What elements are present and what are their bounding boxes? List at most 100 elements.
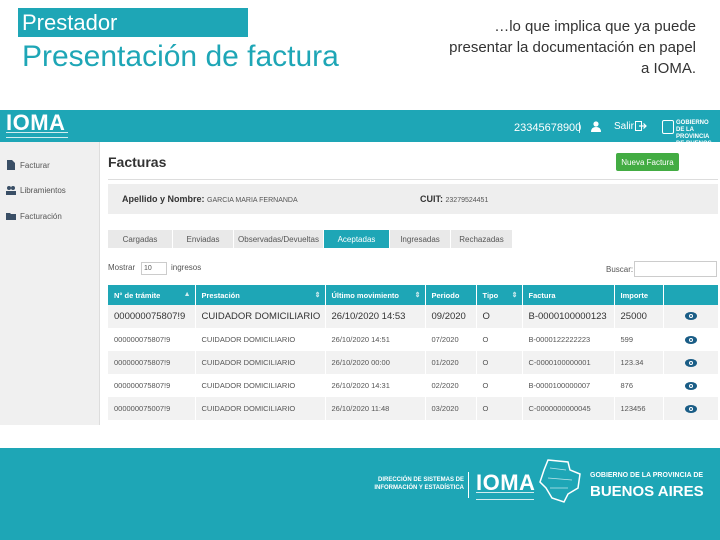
footer-buenos-aires-text: BUENOS AIRES bbox=[590, 483, 704, 500]
province-map-icon bbox=[539, 459, 581, 503]
table-cell: 26/10/2020 14:53 bbox=[325, 305, 426, 328]
eye-icon[interactable] bbox=[684, 382, 697, 390]
logo-underline bbox=[476, 492, 534, 500]
table-cell: 03/2020 bbox=[425, 397, 477, 420]
logout-button[interactable]: Salir bbox=[614, 121, 634, 132]
table-row: 000000075807!9 CUIDADOR DOMICILIARIO 26/… bbox=[108, 374, 719, 397]
sort-icon: ▲ bbox=[183, 291, 191, 298]
table-cell: CUIDADOR DOMICILIARIO bbox=[195, 374, 326, 397]
status-tabs: Cargadas Enviadas Observadas/Devueltas A… bbox=[108, 230, 513, 248]
sort-icon: ⇕ bbox=[511, 292, 518, 299]
view-action[interactable] bbox=[663, 351, 719, 374]
eye-icon[interactable] bbox=[684, 312, 697, 321]
document-icon bbox=[7, 160, 15, 170]
column-header[interactable]: Último movimiento ⇕ bbox=[325, 285, 426, 305]
table-cell: 000000075807!9 bbox=[108, 305, 196, 328]
table-cell: CUIDADOR DOMICILIARIO bbox=[195, 328, 326, 351]
column-header[interactable]: Prestación ⇕ bbox=[195, 285, 326, 305]
table-cell: 02/2020 bbox=[425, 374, 477, 397]
table-row: 000000075007!9 CUIDADOR DOMICILIARIO 26/… bbox=[108, 397, 719, 420]
table-cell: 876 bbox=[614, 374, 664, 397]
table-header-row: N° de trámite ▲ Prestación ⇕ Último movimi… bbox=[108, 285, 719, 305]
sidebar-item-label: Facturación bbox=[20, 211, 62, 221]
view-action[interactable] bbox=[663, 374, 719, 397]
province-map-icon bbox=[662, 120, 674, 134]
name-value: GARCIA MARIA FERNANDA bbox=[207, 197, 298, 204]
column-header-label: Último movimiento bbox=[331, 290, 400, 300]
page-length-select[interactable]: 10 bbox=[141, 262, 167, 275]
table-cell: 000000075807!9 bbox=[108, 328, 196, 351]
province-brand: GOBIERNO DE LA PROVINCIA DE BUENOS AIRES bbox=[662, 117, 718, 154]
tab-enviadas[interactable]: Enviadas bbox=[173, 230, 234, 248]
eye-icon[interactable] bbox=[684, 336, 697, 344]
table-cell: CUIDADOR DOMICILIARIO bbox=[195, 305, 326, 328]
tab-observadas-devueltas[interactable]: Observadas/Devueltas bbox=[234, 230, 324, 248]
view-action[interactable] bbox=[663, 305, 719, 328]
table-cell: C-0000100000001 bbox=[522, 351, 615, 374]
column-header-actions bbox=[663, 285, 719, 305]
footer-gobierno-text: GOBIERNO DE LA PROVINCIA DE bbox=[590, 472, 704, 479]
people-icon bbox=[6, 186, 16, 195]
footer-direction-text: DIRECCIÓN DE SISTEMAS DE INFORMACIÓN Y E… bbox=[374, 477, 464, 491]
tab-ingresadas[interactable]: Ingresadas bbox=[390, 230, 451, 248]
page-title: Facturas bbox=[108, 154, 167, 170]
sort-icon: ⇕ bbox=[414, 292, 421, 299]
column-header-label: Prestación bbox=[201, 290, 240, 300]
divider bbox=[108, 179, 718, 180]
cuit-field: CUIT: 23279524451 bbox=[420, 194, 488, 204]
slide-note: …lo que implica que ya puede presentar l… bbox=[449, 18, 696, 77]
ioma-logo: IOMA bbox=[6, 110, 66, 135]
footer-banner: DIRECCIÓN DE SISTEMAS DE INFORMACIÓN Y E… bbox=[0, 448, 720, 540]
page-length-value: 10 bbox=[144, 265, 152, 272]
table-cell: 07/2020 bbox=[425, 328, 477, 351]
sidebar-item-label: Libramientos bbox=[20, 185, 66, 195]
tab-aceptadas[interactable]: Aceptadas bbox=[324, 230, 390, 248]
table-cell: O bbox=[476, 397, 523, 420]
table-cell: 123.34 bbox=[614, 351, 664, 374]
search-input[interactable] bbox=[634, 261, 717, 277]
column-header[interactable]: Importe bbox=[614, 285, 664, 305]
sidebar-item-facturacion[interactable]: Facturación bbox=[6, 209, 62, 223]
logout-icon[interactable] bbox=[635, 121, 647, 131]
eye-icon[interactable] bbox=[684, 359, 697, 367]
main-content: Facturas Nueva Factura Apellido y Nombre… bbox=[101, 142, 720, 425]
new-invoice-button[interactable]: Nueva Factura bbox=[616, 153, 679, 171]
table-cell: 26/10/2020 11:48 bbox=[325, 397, 426, 420]
entries-label: ingresos bbox=[171, 263, 202, 272]
tab-rechazadas[interactable]: Rechazadas bbox=[451, 230, 513, 248]
table-cell: B-0000100000007 bbox=[522, 374, 615, 397]
column-header[interactable]: Factura bbox=[522, 285, 615, 305]
sidebar-item-facturar[interactable]: Facturar bbox=[6, 158, 50, 172]
column-header-label: Periodo bbox=[431, 290, 460, 300]
cuit-value: 23279524451 bbox=[445, 197, 489, 204]
eye-icon[interactable] bbox=[684, 405, 697, 413]
provider-info-panel: Apellido y Nombre: GARCIA MARIA FERNANDA… bbox=[108, 184, 718, 214]
divider bbox=[579, 122, 580, 133]
column-header[interactable]: N° de trámite ▲ bbox=[108, 285, 196, 305]
column-header[interactable]: Periodo bbox=[425, 285, 477, 305]
table-cell: 000000075007!9 bbox=[108, 397, 196, 420]
table-cell: 09/2020 bbox=[425, 305, 477, 328]
table-cell: CUIDADOR DOMICILIARIO bbox=[195, 397, 326, 420]
invoices-table: N° de trámite ▲ Prestación ⇕ Último movimi… bbox=[108, 285, 719, 420]
table-cell: C-0000000000045 bbox=[522, 397, 615, 420]
slide-title: Presentación de factura bbox=[22, 40, 339, 73]
table-cell: 000000075807!9 bbox=[108, 374, 196, 397]
user-icon[interactable] bbox=[591, 121, 601, 132]
table-cell: 25000 bbox=[614, 305, 664, 328]
table-cell: O bbox=[476, 328, 523, 351]
table-cell: 26/10/2020 14:51 bbox=[325, 328, 426, 351]
show-label: Mostrar bbox=[108, 263, 136, 272]
tab-cargadas[interactable]: Cargadas bbox=[108, 230, 173, 248]
table-cell: 599 bbox=[614, 328, 664, 351]
name-field: Apellido y Nombre: GARCIA MARIA FERNANDA bbox=[122, 194, 298, 204]
column-header-label: Tipo bbox=[482, 290, 499, 300]
view-action[interactable] bbox=[663, 328, 719, 351]
column-header[interactable]: Tipo ⇕ bbox=[476, 285, 523, 305]
table-cell: O bbox=[476, 351, 523, 374]
sidebar-item-libramientos[interactable]: Libramientos bbox=[6, 183, 66, 197]
table-row: 000000075807!9 CUIDADOR DOMICILIARIO 26/… bbox=[108, 305, 719, 328]
slide-section-tag: Prestador bbox=[18, 8, 248, 37]
table-cell: B-0000122222223 bbox=[522, 328, 615, 351]
view-action[interactable] bbox=[663, 397, 719, 420]
